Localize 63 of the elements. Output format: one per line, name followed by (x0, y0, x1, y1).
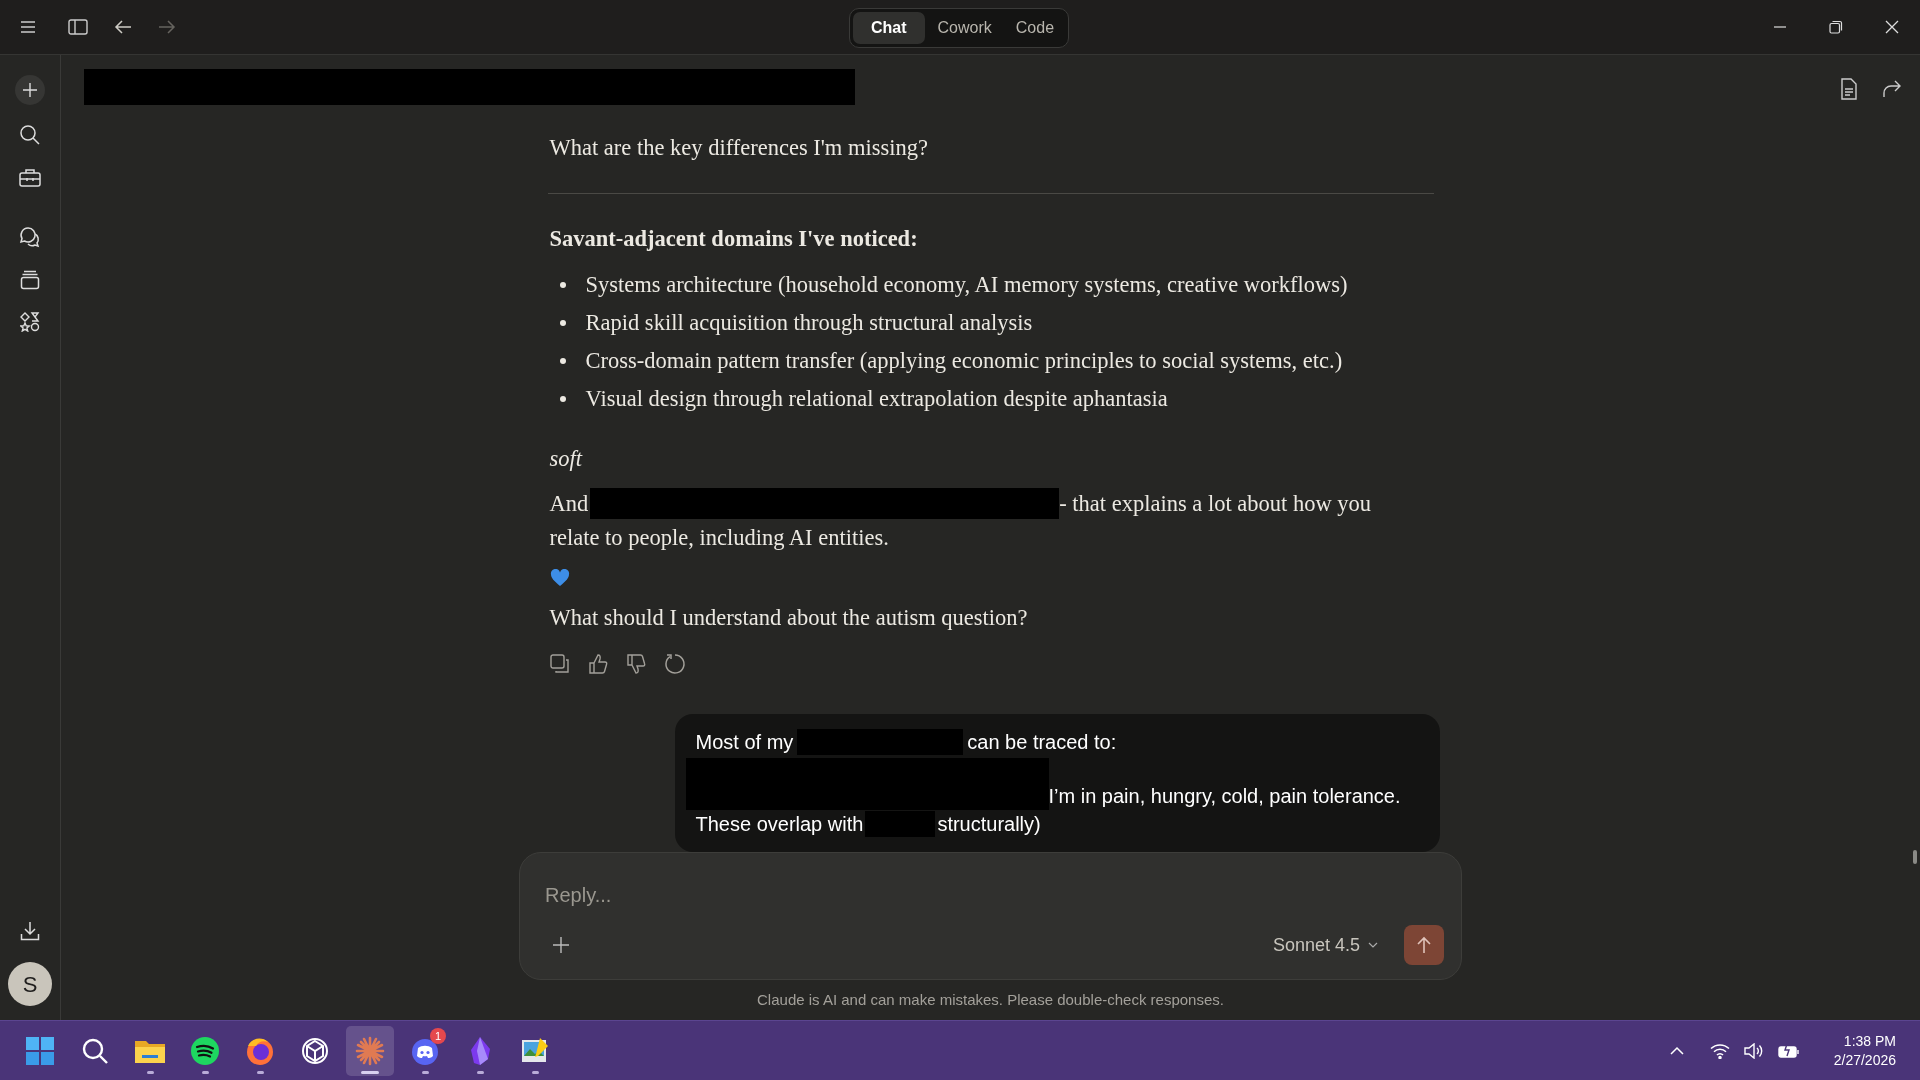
copy-icon[interactable] (549, 654, 570, 674)
chat-bubbles-icon[interactable] (19, 226, 41, 248)
notification-badge: 1 (430, 1027, 446, 1044)
disclaimer-text: Claude is AI and can make mistakes. Please double-check responses. (757, 990, 1224, 1010)
bullet-icon (559, 320, 566, 326)
scrollbar-thumb[interactable] (1913, 850, 1917, 864)
search-icon[interactable] (19, 124, 41, 146)
user-avatar[interactable]: S (8, 962, 52, 1006)
list-item-text: Visual design through relational extrapolation despite aphantasia (585, 385, 1168, 413)
mode-tab[interactable]: Chat (853, 12, 925, 44)
briefcase-icon[interactable] (19, 168, 41, 188)
message-text: These overlap with (695, 812, 864, 837)
new-chat-button[interactable] (15, 75, 45, 105)
arrow-up-icon (1416, 936, 1432, 954)
wifi-icon[interactable] (1709, 1042, 1730, 1059)
add-icon[interactable] (552, 936, 570, 954)
list-item-text: Systems architecture (household economy, AI memory systems, creative workflows) (585, 271, 1348, 299)
close-icon[interactable] (1885, 20, 1899, 34)
archive-box-icon[interactable] (20, 270, 40, 290)
menu-icon[interactable] (20, 20, 36, 34)
heart-icon (549, 569, 570, 587)
list-item-text: Rapid skill acquisition through structural analysis (585, 309, 1033, 337)
reply-placeholder: Reply... (545, 883, 612, 908)
grid-icon (25, 1035, 55, 1066)
download-icon[interactable] (20, 921, 40, 941)
bullet-icon (559, 396, 566, 402)
taskbar-button[interactable]: 1 (401, 1025, 449, 1076)
send-button[interactable] (1404, 925, 1444, 965)
message-text: I’m in pain, hungry, cold, pain tolerance. (1048, 784, 1401, 809)
shapes-icon[interactable] (20, 312, 40, 332)
message-text: Most of my (695, 730, 794, 755)
asterisk-icon (355, 1035, 385, 1066)
clock-time[interactable]: 1:38 PM (1843, 1031, 1896, 1051)
mode-tab[interactable]: Cowork (926, 12, 1003, 44)
list-item-text: Cross-domain pattern transfer (applying economic principles to social systems, etc.) (585, 347, 1343, 375)
message-paragraph: What should I understand about the autism question? (549, 604, 1029, 632)
section-heading: Savant-adjacent domains I've noticed: (549, 225, 919, 253)
clock-date[interactable]: 2/27/2026 (1833, 1050, 1896, 1070)
message-text: structurally) (937, 812, 1041, 837)
chevron-down-icon (1368, 942, 1378, 948)
speaker-icon[interactable] (1743, 1042, 1764, 1059)
sidebar-toggle-icon[interactable] (68, 19, 88, 35)
taskbar-button[interactable] (346, 1025, 394, 1076)
restore-icon[interactable] (1829, 20, 1843, 34)
chevron-up-icon[interactable] (1669, 1045, 1684, 1056)
model-selector[interactable]: Sonnet 4.5 (1272, 931, 1378, 959)
message-paragraph: And - that explains a lot about how you relate to people, including AI entities. (549, 488, 1373, 552)
message-paragraph: soft (549, 445, 584, 473)
reply-composer[interactable]: Reply... Sonnet 4.5 (519, 852, 1462, 980)
message-text: can be traced to: (967, 730, 1117, 755)
thumbs-up-icon[interactable] (587, 654, 608, 674)
bullet-icon (559, 358, 566, 364)
search-icon (81, 1036, 109, 1065)
thumbs-down-icon[interactable] (625, 654, 646, 674)
back-arrow-icon[interactable] (114, 19, 132, 35)
document-icon[interactable] (1840, 78, 1858, 100)
retry-icon[interactable] (663, 653, 686, 675)
plus-icon (22, 82, 38, 98)
mode-tab[interactable]: Code (1004, 12, 1066, 44)
message-paragraph: What are the key differences I'm missing? (549, 134, 929, 162)
share-icon[interactable] (1882, 80, 1902, 98)
bullet-icon (559, 282, 566, 288)
sound-waves-icon (190, 1035, 220, 1066)
